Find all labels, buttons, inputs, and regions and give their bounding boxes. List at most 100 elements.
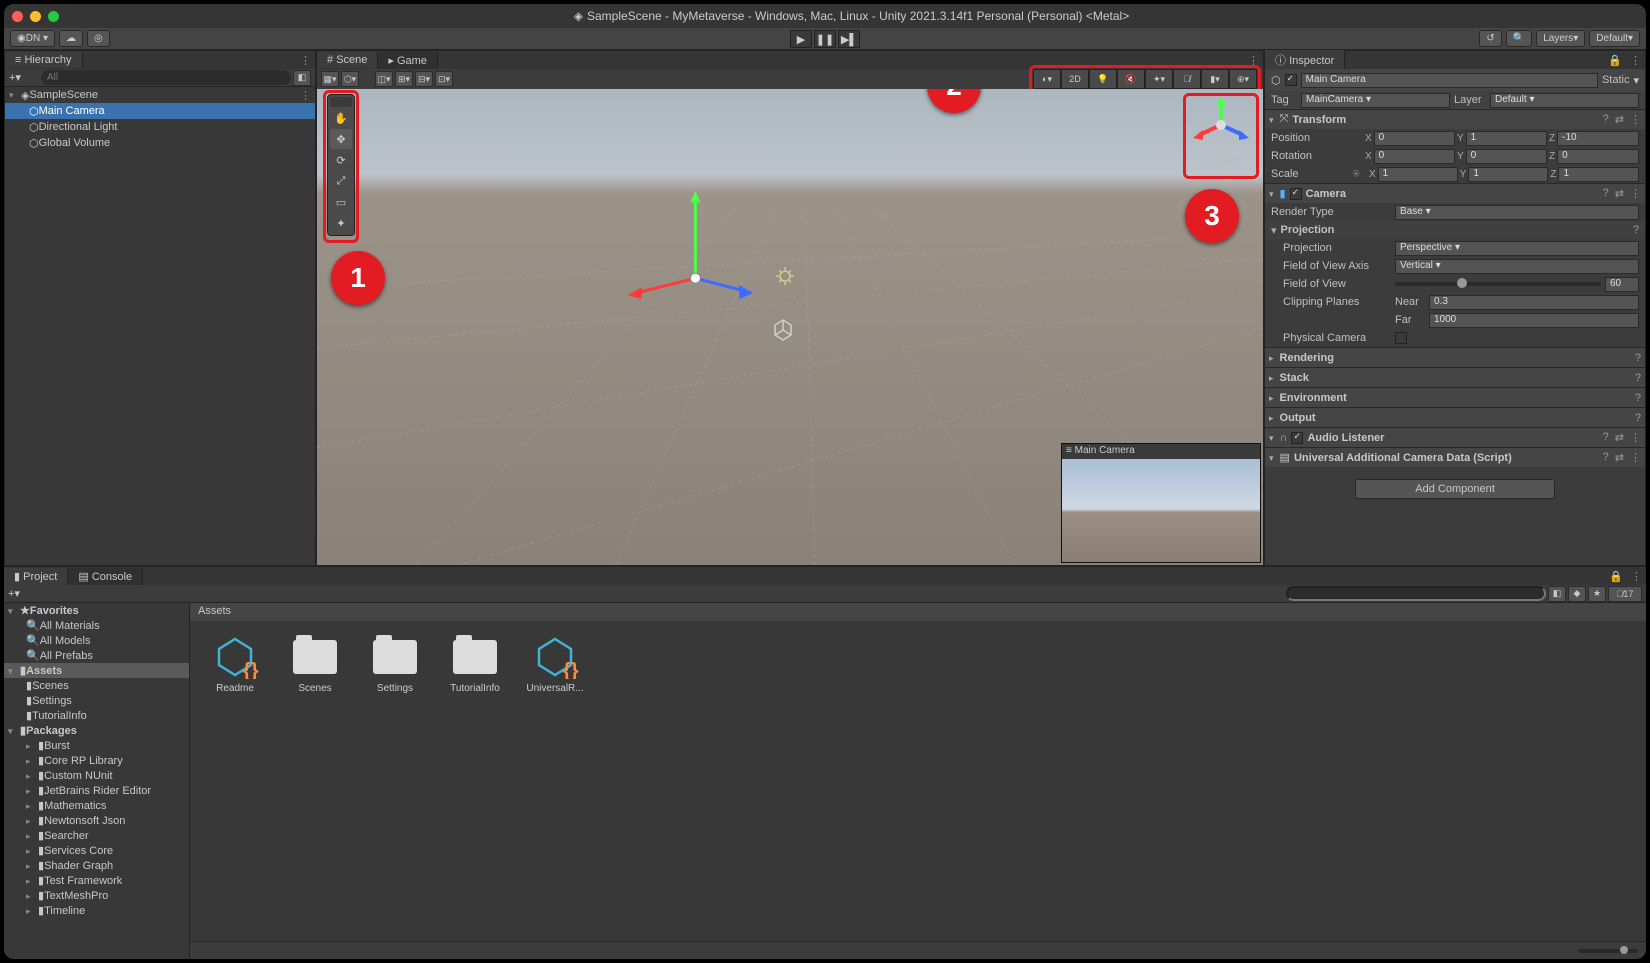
environment-section[interactable]: Environment? [1265, 387, 1645, 407]
breadcrumb[interactable]: Assets [190, 603, 1646, 621]
active-checkbox[interactable] [1285, 74, 1297, 86]
account-dropdown[interactable]: ◉ DN ▾ [10, 30, 55, 47]
rot-z-field[interactable]: 0 [1557, 149, 1639, 164]
undo-history-button[interactable]: ↺ [1479, 30, 1501, 47]
project-search[interactable] [1286, 586, 1546, 601]
scene-row[interactable]: ◈ SampleScene⋮ [5, 87, 315, 103]
draw-mode-icon[interactable]: ◫▾ [375, 71, 393, 87]
maximize-icon[interactable] [48, 11, 59, 22]
move-tool-icon[interactable]: ✥ [330, 129, 352, 149]
menu-icon[interactable]: ⋮ [1630, 113, 1641, 126]
urp-data-header[interactable]: ▤ Universal Additional Camera Data (Scri… [1265, 447, 1645, 467]
help-icon[interactable]: ? [1635, 372, 1641, 384]
pkg-searcher[interactable]: ▮ Searcher [4, 828, 189, 843]
preset-icon[interactable]: ⇄ [1615, 113, 1624, 126]
pkg-services[interactable]: ▮ Services Core [4, 843, 189, 858]
lighting-toggle-icon[interactable]: 💡 [1089, 69, 1117, 89]
game-tab[interactable]: ▸ Game [378, 52, 438, 69]
pos-x-field[interactable]: 0 [1374, 131, 1455, 146]
layer-dropdown[interactable]: Default ▾ [1490, 93, 1639, 108]
tab-menu-icon[interactable]: ⋮ [1244, 54, 1263, 67]
debug-draw-dropdown[interactable]: ◐▾ [1033, 69, 1061, 89]
static-dropdown-icon[interactable]: ▾ [1633, 74, 1639, 87]
tool-increment-icon[interactable]: ⊟▾ [415, 71, 433, 87]
help-icon[interactable]: ? [1603, 187, 1609, 200]
camera-dropdown-icon[interactable]: ▮▾ [1201, 69, 1229, 89]
scale-tool-icon[interactable]: ⤢ [330, 171, 352, 191]
tab-menu-icon[interactable]: ⋮ [1626, 54, 1645, 67]
asset-scenes[interactable]: Scenes [284, 635, 346, 694]
hierarchy-tab[interactable]: ≡ Hierarchy [5, 52, 83, 68]
menu-icon[interactable]: ⋮ [1630, 451, 1641, 464]
minimize-icon[interactable] [30, 11, 41, 22]
add-component-button[interactable]: Add Component [1355, 479, 1555, 499]
search-label-icon[interactable]: ◆ [1568, 586, 1586, 602]
menu-icon[interactable]: ⋮ [1630, 187, 1641, 200]
rot-y-field[interactable]: 0 [1466, 149, 1547, 164]
tool-grip-icon[interactable] [330, 97, 352, 107]
camera-enabled-checkbox[interactable] [1290, 188, 1302, 200]
pos-y-field[interactable]: 1 [1466, 131, 1547, 146]
pkg-math[interactable]: ▮ Mathematics [4, 798, 189, 813]
search-type-icon[interactable]: ◧ [1548, 586, 1566, 602]
pos-z-field[interactable]: -10 [1557, 131, 1639, 146]
favorites-header[interactable]: ★ Favorites [4, 603, 189, 618]
fav-all-materials[interactable]: 🔍 All Materials [4, 618, 189, 633]
fav-all-prefabs[interactable]: 🔍 All Prefabs [4, 648, 189, 663]
transform-tool-icon[interactable]: ✦ [330, 213, 352, 233]
fov-axis-dropdown[interactable]: Vertical ▾ [1395, 259, 1639, 274]
pkg-newtonsoft[interactable]: ▮ Newtonsoft Json [4, 813, 189, 828]
fx-dropdown-icon[interactable]: ✦▾ [1145, 69, 1173, 89]
tool-pivot-icon[interactable]: ⬡▾ [341, 71, 359, 87]
folder-tutorialinfo[interactable]: ▮ TutorialInfo [4, 708, 189, 723]
render-type-dropdown[interactable]: Base ▾ [1395, 205, 1639, 220]
packages-folder[interactable]: ▮ Packages [4, 723, 189, 738]
fov-slider[interactable] [1395, 282, 1601, 286]
lock-icon[interactable]: 🔒 [1605, 570, 1627, 583]
folder-settings[interactable]: ▮ Settings [4, 693, 189, 708]
pkg-nunit[interactable]: ▮ Custom NUnit [4, 768, 189, 783]
search-button[interactable]: 🔍 [1506, 30, 1532, 47]
tool-grid-snap-icon[interactable]: ⊡▾ [435, 71, 453, 87]
link-scale-icon[interactable]: ⍟ [1353, 168, 1365, 181]
pkg-timeline[interactable]: ▮ Timeline [4, 903, 189, 918]
favorite-icon[interactable]: ★ [1588, 586, 1606, 602]
tool-snap-icon[interactable]: ⊞▾ [395, 71, 413, 87]
menu-icon[interactable]: ⋮ [1630, 431, 1641, 444]
step-button[interactable]: ▶▌ [838, 30, 860, 48]
create-dropdown[interactable]: +▾ [9, 71, 21, 84]
help-icon[interactable]: ? [1635, 412, 1641, 424]
transform-header[interactable]: ⤧ Transform?⇄⋮ [1265, 109, 1645, 129]
assets-folder[interactable]: ▮ Assets [4, 663, 189, 678]
fav-all-models[interactable]: 🔍 All Models [4, 633, 189, 648]
orientation-gizmo[interactable]: ≡ Persp [1185, 95, 1257, 175]
fov-field[interactable]: 60 [1605, 277, 1639, 292]
hierarchy-item-main-camera[interactable]: ⬡ Main Camera [5, 103, 315, 119]
asset-universalrp[interactable]: {} UniversalR... [524, 635, 586, 694]
audio-enabled-checkbox[interactable] [1291, 432, 1303, 444]
toggle-2d-button[interactable]: 2D [1061, 69, 1089, 89]
hierarchy-item-global-volume[interactable]: ⬡ Global Volume [5, 135, 315, 151]
scale-x-field[interactable]: 1 [1378, 167, 1458, 182]
help-icon[interactable]: ? [1603, 113, 1609, 126]
scene-menu-icon[interactable]: ⋮ [300, 89, 311, 102]
tool-grid-icon[interactable]: ▦▾ [321, 71, 339, 87]
scale-y-field[interactable]: 1 [1468, 167, 1548, 182]
create-dropdown[interactable]: +▾ [8, 587, 20, 600]
camera-preview[interactable]: ≡ Main Camera [1061, 443, 1261, 563]
projection-dropdown[interactable]: Perspective ▾ [1395, 241, 1639, 256]
services-button[interactable]: ◎ [87, 30, 110, 47]
pkg-tmp[interactable]: ▮ TextMeshPro [4, 888, 189, 903]
scene-tab[interactable]: # Scene [317, 52, 378, 68]
thumbnail-size-slider[interactable] [1578, 949, 1638, 953]
help-icon[interactable]: ? [1633, 224, 1639, 236]
cloud-button[interactable]: ☁ [59, 30, 83, 47]
rot-x-field[interactable]: 0 [1374, 149, 1455, 164]
preset-icon[interactable]: ⇄ [1615, 187, 1624, 200]
asset-readme[interactable]: {} Readme [204, 635, 266, 694]
far-field[interactable]: 1000 [1429, 313, 1639, 328]
pkg-burst[interactable]: ▮ Burst [4, 738, 189, 753]
project-tab[interactable]: ▮ Project [4, 568, 68, 585]
help-icon[interactable]: ? [1603, 431, 1609, 444]
output-section[interactable]: Output? [1265, 407, 1645, 427]
